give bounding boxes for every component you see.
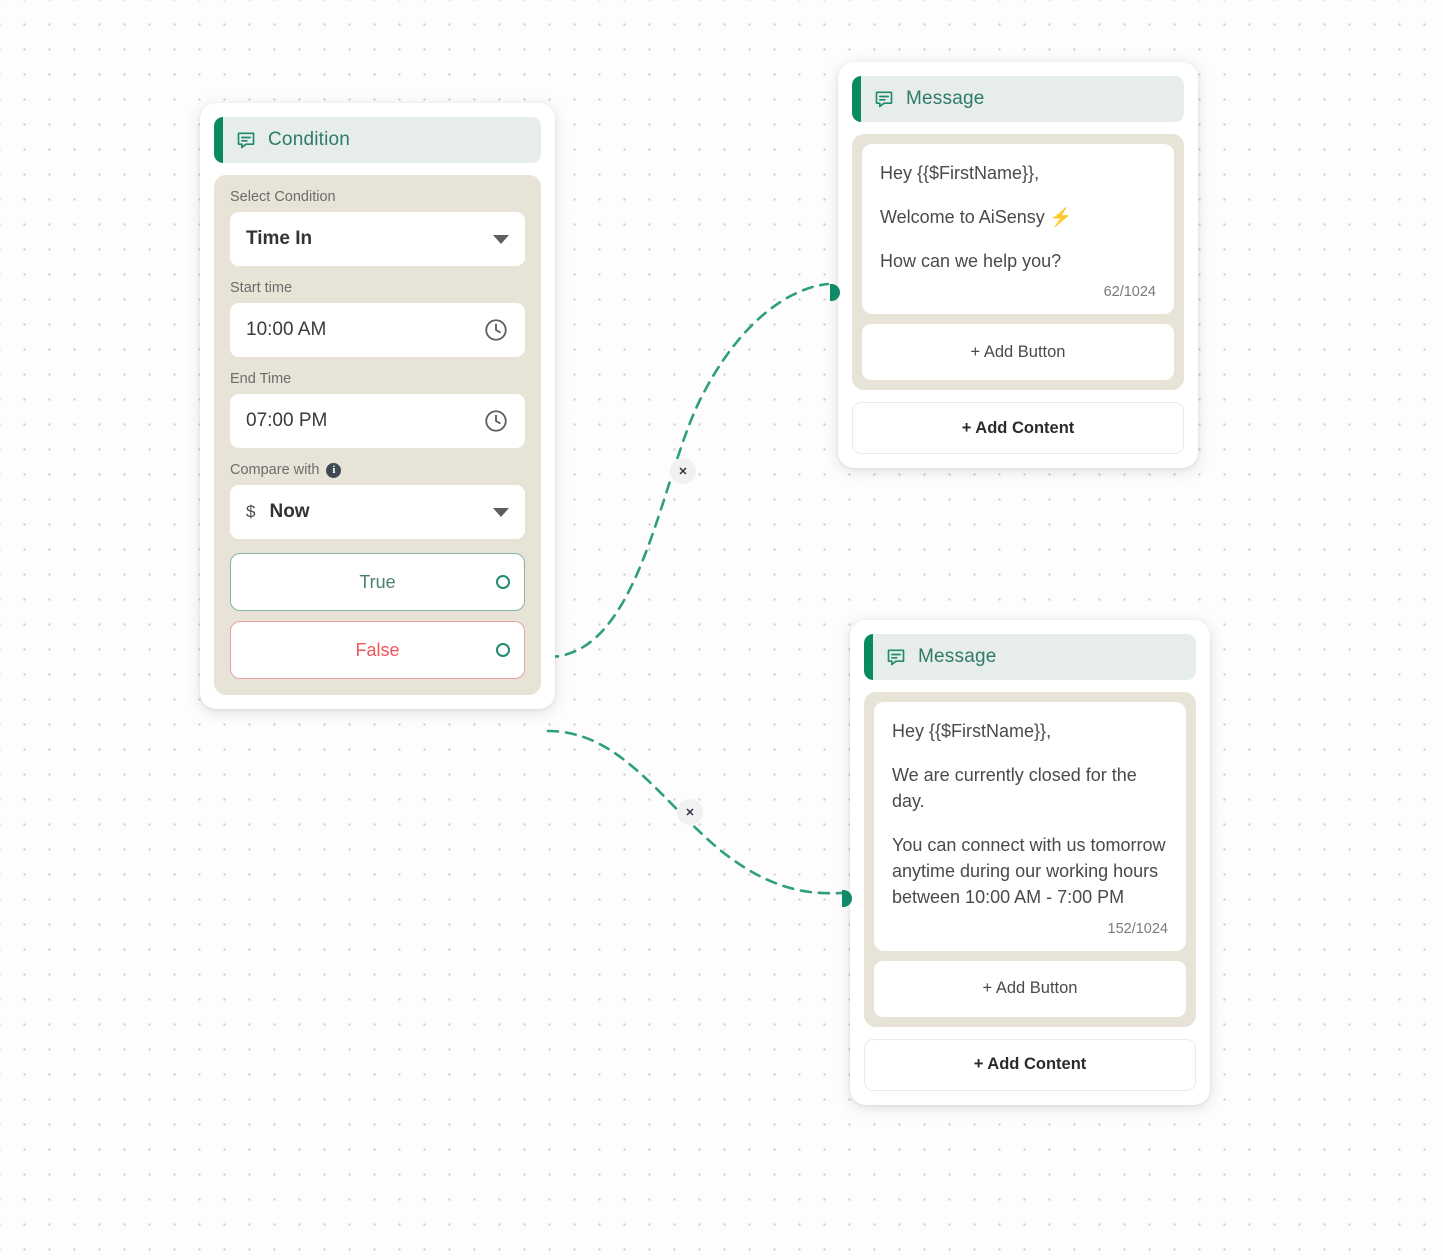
branch-false-button[interactable]: False <box>230 621 525 679</box>
select-condition-label: Select Condition <box>230 189 525 205</box>
branch-true-button[interactable]: True <box>230 553 525 611</box>
condition-node[interactable]: Condition Select Condition Time In Start… <box>200 103 555 709</box>
end-time-label: End Time <box>230 371 525 387</box>
flow-canvas[interactable]: ✕ ✕ Condition Select Condition Time In S… <box>0 0 1443 1260</box>
compare-with-value: Now <box>269 501 310 522</box>
branch-true-label: True <box>359 571 396 592</box>
message-node-2-title: Message <box>918 646 997 667</box>
add-content-button[interactable]: + Add Content <box>864 1038 1196 1091</box>
clock-icon[interactable] <box>483 408 509 434</box>
condition-node-body: Select Condition Time In Start time 10:0… <box>214 175 541 695</box>
message-line: We are currently closed for the day. <box>892 765 1137 812</box>
add-button-button[interactable]: + Add Button <box>862 324 1174 381</box>
message-node-1[interactable]: Message Hey {{$FirstName}}, Welcome to A… <box>830 62 1198 469</box>
start-time-value: 10:00 AM <box>246 319 327 340</box>
message-square-icon <box>886 647 906 667</box>
compare-with-label: Compare with i <box>230 462 525 478</box>
select-condition-label-text: Select Condition <box>230 189 336 205</box>
message-node-1-header[interactable]: Message <box>852 76 1184 122</box>
edge-delete-button-true[interactable]: ✕ <box>670 458 696 484</box>
condition-node-header[interactable]: Condition <box>214 117 541 163</box>
message-node-2-text-card[interactable]: Hey {{$FirstName}}, We are currently clo… <box>874 702 1186 951</box>
lightning-bolt-icon: ⚡ <box>1049 207 1073 228</box>
condition-node-title: Condition <box>268 129 351 150</box>
info-icon[interactable]: i <box>326 462 342 478</box>
character-counter: 62/1024 <box>1103 284 1156 301</box>
message-line: Hey {{$FirstName}}, <box>892 721 1052 741</box>
character-counter: 152/1024 <box>1107 920 1168 937</box>
source-handle-true[interactable] <box>496 575 510 589</box>
message-node-1-group: Hey {{$FirstName}}, Welcome to AiSensy ⚡… <box>852 134 1184 391</box>
edge-delete-button-false[interactable]: ✕ <box>677 799 703 825</box>
message-line: You can connect with us tomorrow anytime… <box>892 835 1166 908</box>
message-line-text: Welcome to AiSensy <box>880 207 1050 228</box>
add-button-button[interactable]: + Add Button <box>874 960 1186 1017</box>
chevron-down-icon <box>493 234 509 244</box>
message-node-2-group: Hey {{$FirstName}}, We are currently clo… <box>864 692 1196 1027</box>
target-handle[interactable] <box>830 284 840 301</box>
source-handle-false[interactable] <box>496 643 510 657</box>
end-time-value: 07:00 PM <box>246 410 328 431</box>
compare-with-label-text: Compare with <box>230 462 320 478</box>
message-line: Hey {{$FirstName}}, <box>880 163 1040 183</box>
message-square-icon <box>874 89 894 109</box>
message-node-1-text-card[interactable]: Hey {{$FirstName}}, Welcome to AiSensy ⚡… <box>862 144 1174 315</box>
start-time-input[interactable]: 10:00 AM <box>230 303 525 357</box>
branch-false-label: False <box>355 639 400 660</box>
message-node-2-header[interactable]: Message <box>864 634 1196 680</box>
end-time-input[interactable]: 07:00 PM <box>230 394 525 448</box>
compare-with-dropdown[interactable]: $ Now <box>230 485 525 539</box>
target-handle[interactable] <box>842 890 852 907</box>
start-time-label-text: Start time <box>230 280 293 296</box>
message-node-2[interactable]: Message Hey {{$FirstName}}, We are curre… <box>842 620 1210 1105</box>
select-condition-dropdown[interactable]: Time In <box>230 212 525 266</box>
message-square-icon <box>236 130 256 150</box>
start-time-label: Start time <box>230 280 525 296</box>
message-node-1-title: Message <box>906 88 985 109</box>
clock-icon[interactable] <box>483 317 509 343</box>
message-line: Welcome to AiSensy ⚡ <box>880 204 1156 230</box>
message-line: How can we help you? <box>880 251 1062 272</box>
end-time-label-text: End Time <box>230 371 292 387</box>
select-condition-value: Time In <box>246 228 313 249</box>
variable-prefix-icon: $ <box>246 502 256 521</box>
chevron-down-icon <box>493 507 509 517</box>
add-content-button[interactable]: + Add Content <box>852 402 1184 455</box>
